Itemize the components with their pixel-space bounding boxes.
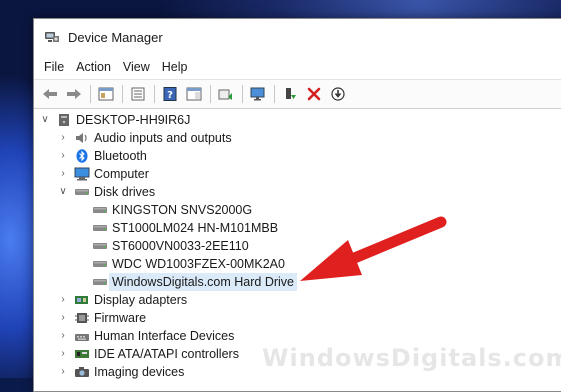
watermark-text: WindowsDigitals.com [262,344,561,372]
red-annotation-arrow-icon [300,216,447,281]
